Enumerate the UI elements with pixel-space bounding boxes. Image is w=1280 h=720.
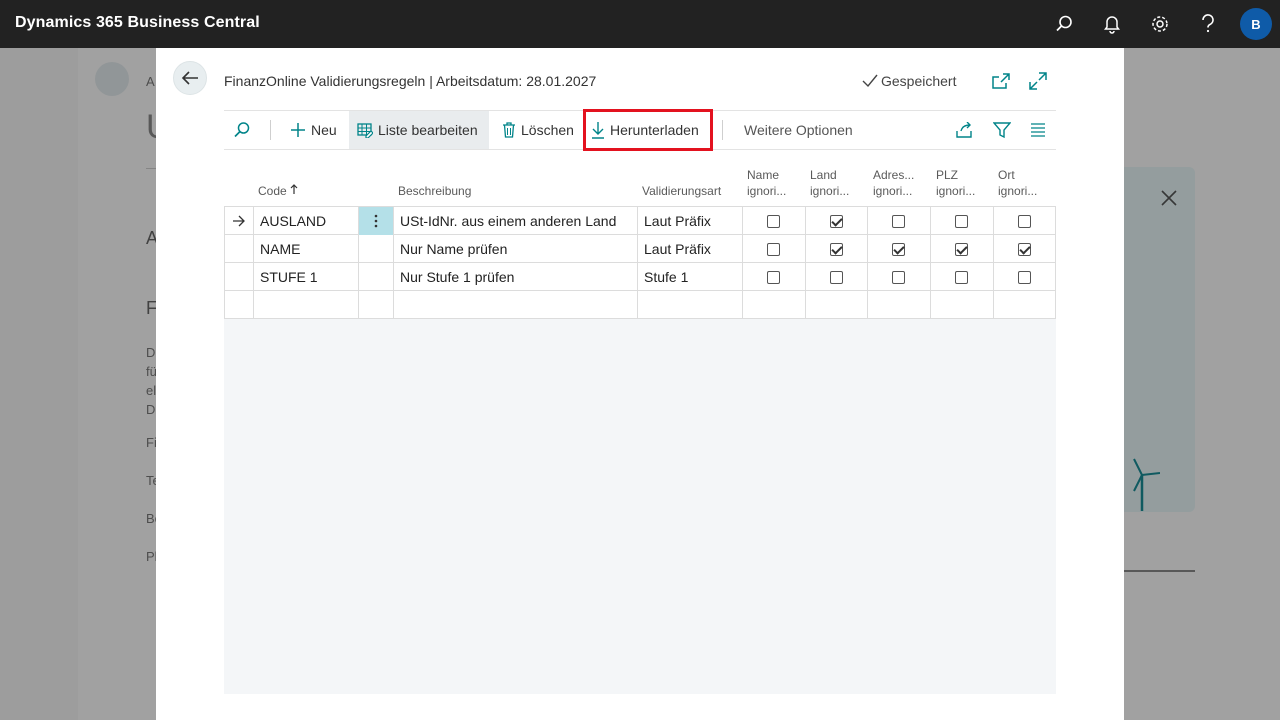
new-button[interactable]: Neu	[282, 111, 345, 149]
edit-list-button[interactable]: Liste bearbeiten	[349, 111, 489, 149]
cell-validation-type[interactable]: Laut Präfix	[637, 235, 742, 263]
column-header-code[interactable]: Code	[258, 183, 298, 199]
validation-rules-dialog: FinanzOnline Validierungsregeln | Arbeit…	[156, 48, 1124, 720]
row-indicator	[224, 235, 253, 263]
checkbox-address-ignore[interactable]	[892, 271, 905, 284]
list-icon	[1031, 123, 1045, 137]
column-header-plz-ignore[interactable]: PLZ ignori...	[936, 167, 975, 199]
action-bar: Neu Liste bearbeiten Löschen Herunterlad…	[224, 109, 1056, 151]
plus-icon	[291, 123, 305, 137]
column-header-name-ignore[interactable]: Name ignori...	[747, 167, 786, 199]
save-status: Gespeichert	[862, 73, 956, 89]
checkbox-ort-ignore[interactable]	[1018, 215, 1031, 228]
cell-description[interactable]: Nur Name prüfen	[393, 235, 637, 263]
row-actions-button[interactable]	[358, 207, 393, 235]
search-icon[interactable]	[1052, 12, 1076, 36]
checkbox-name-ignore[interactable]	[767, 243, 780, 256]
share-button[interactable]	[947, 111, 983, 149]
checkbox-address-ignore[interactable]	[892, 243, 905, 256]
column-header-land-ignore[interactable]: Land ignori...	[810, 167, 849, 199]
checkbox-plz-ignore[interactable]	[955, 243, 968, 256]
download-label: Herunterladen	[610, 122, 699, 138]
app-header: Dynamics 365 Business Central B	[0, 0, 1280, 48]
checkbox-name-ignore[interactable]	[767, 271, 780, 284]
table-row-new[interactable]	[224, 291, 1056, 319]
table-row[interactable]: AUSLAND USt-IdNr. aus einem anderen Land…	[224, 207, 1056, 235]
search-button[interactable]	[224, 111, 260, 149]
new-button-label: Neu	[311, 122, 337, 138]
back-button[interactable]	[173, 61, 207, 95]
cell-validation-type[interactable]: Stufe 1	[637, 263, 742, 291]
column-header-address-ignore[interactable]: Adres... ignori...	[873, 167, 914, 199]
more-vertical-icon	[374, 214, 378, 228]
checkbox-address-ignore[interactable]	[892, 215, 905, 228]
checkmark-icon	[862, 74, 878, 88]
column-header-code-label: Code	[258, 184, 287, 198]
save-status-label: Gespeichert	[881, 73, 957, 89]
search-icon	[234, 122, 250, 138]
share-icon	[956, 122, 972, 138]
column-header-ort-ignore[interactable]: Ort ignori...	[998, 167, 1037, 199]
checkbox-land-ignore[interactable]	[830, 243, 843, 256]
row-indicator	[224, 207, 253, 235]
column-header-validation-type[interactable]: Validierungsart	[642, 183, 721, 199]
table-row[interactable]: NAME Nur Name prüfen Laut Präfix	[224, 235, 1056, 263]
more-options-label: Weitere Optionen	[744, 122, 853, 138]
filter-button[interactable]	[984, 111, 1020, 149]
edit-list-label: Liste bearbeiten	[378, 122, 478, 138]
edit-list-icon	[357, 123, 373, 138]
column-header-description[interactable]: Beschreibung	[398, 183, 471, 199]
gear-icon[interactable]	[1148, 12, 1172, 36]
page-title: FinanzOnline Validierungsregeln | Arbeit…	[224, 73, 597, 89]
cell-description[interactable]: USt-IdNr. aus einem anderen Land	[393, 207, 637, 235]
checkbox-ort-ignore[interactable]	[1018, 271, 1031, 284]
cell-validation-type[interactable]: Laut Präfix	[637, 207, 742, 235]
download-icon	[592, 122, 604, 139]
cell-code[interactable]: NAME	[253, 235, 358, 263]
bell-icon[interactable]	[1100, 12, 1124, 36]
expand-icon[interactable]	[1028, 71, 1048, 91]
checkbox-plz-ignore[interactable]	[955, 271, 968, 284]
delete-label: Löschen	[521, 122, 574, 138]
more-options-button[interactable]: Weitere Optionen	[736, 111, 861, 149]
user-avatar[interactable]: B	[1240, 8, 1272, 40]
open-in-new-window-icon[interactable]	[991, 71, 1011, 91]
cell-description[interactable]: Nur Stufe 1 prüfen	[393, 263, 637, 291]
checkbox-ort-ignore[interactable]	[1018, 243, 1031, 256]
checkbox-name-ignore[interactable]	[767, 215, 780, 228]
arrow-right-icon	[233, 215, 245, 227]
help-icon[interactable]	[1196, 12, 1220, 36]
download-button[interactable]: Herunterladen	[583, 109, 713, 151]
delete-icon	[503, 122, 515, 138]
app-title: Dynamics 365 Business Central	[15, 14, 260, 31]
row-indicator	[224, 263, 253, 291]
cell-code[interactable]: STUFE 1	[253, 263, 358, 291]
checkbox-plz-ignore[interactable]	[955, 215, 968, 228]
arrow-left-icon	[181, 71, 198, 85]
delete-button[interactable]: Löschen	[494, 111, 582, 149]
checkbox-land-ignore[interactable]	[830, 215, 843, 228]
list-view-button[interactable]	[1020, 111, 1056, 149]
table-row[interactable]: STUFE 1 Nur Stufe 1 prüfen Stufe 1	[224, 263, 1056, 291]
sort-ascending-icon	[290, 184, 298, 194]
cell-code[interactable]: AUSLAND	[253, 207, 358, 235]
rules-table: AUSLAND USt-IdNr. aus einem anderen Land…	[224, 206, 1056, 694]
filter-icon	[993, 122, 1011, 139]
checkbox-land-ignore[interactable]	[830, 271, 843, 284]
